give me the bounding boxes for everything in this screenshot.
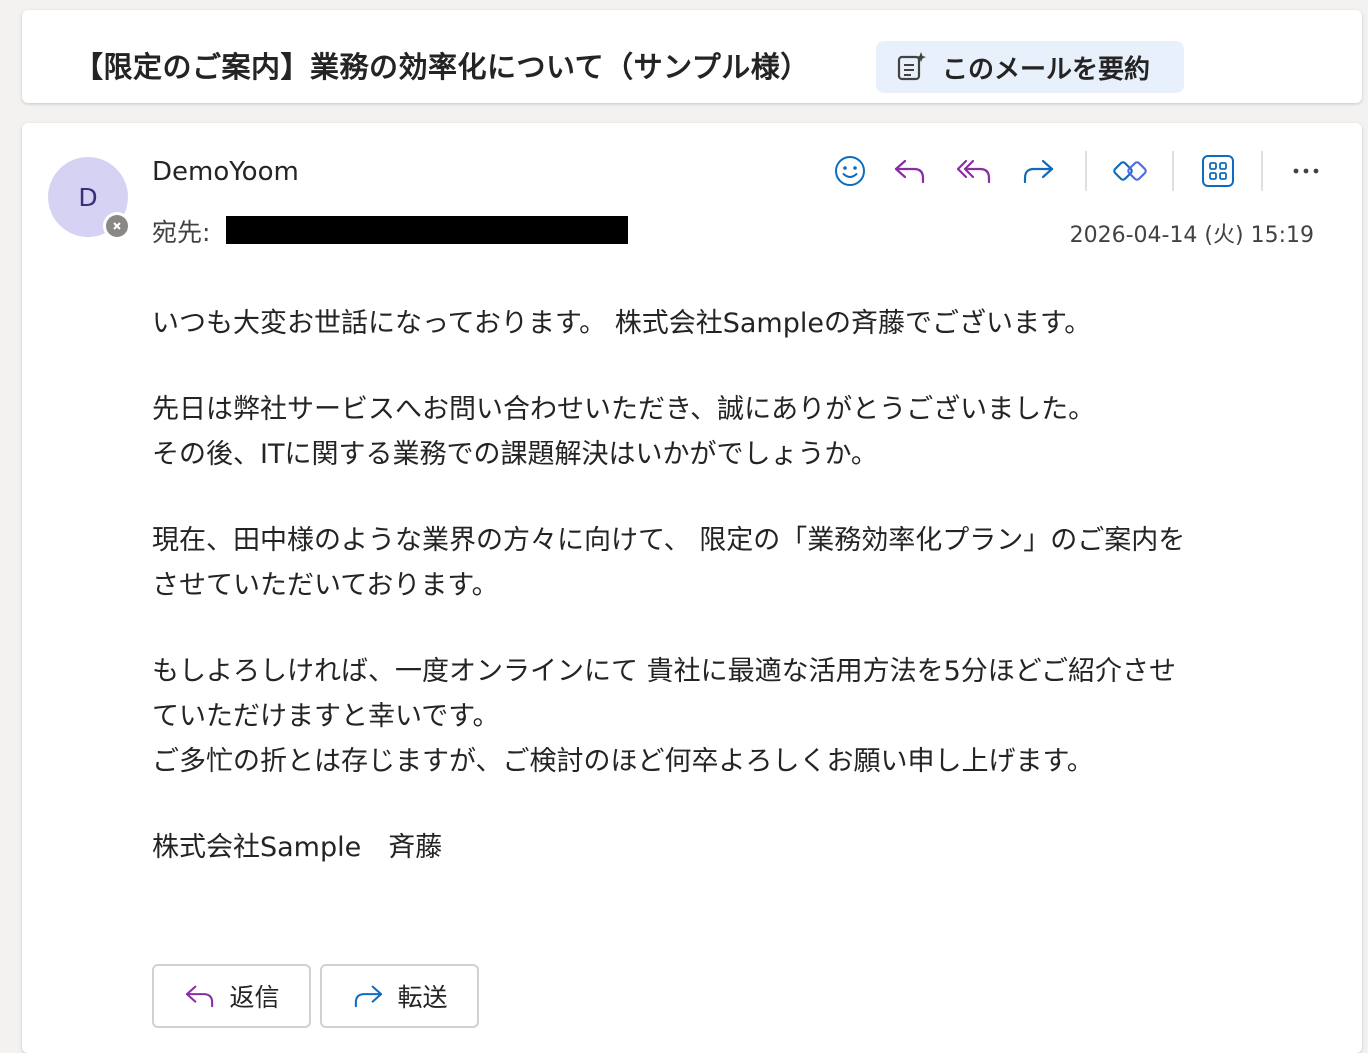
forward-button[interactable]: 転送 — [320, 964, 479, 1028]
to-label: 宛先: — [152, 218, 211, 247]
forward-button-label: 転送 — [397, 983, 448, 1012]
body-paragraph: 現在、田中様のような業界の方々に向けて、 限定の「業務効率化プラン」のご案内を … — [152, 518, 1322, 608]
toolbar-divider — [1172, 151, 1174, 191]
sender-name[interactable]: DemoYoom — [152, 157, 299, 187]
summarize-icon — [897, 52, 926, 81]
body-line: 先日は弊社サービスへお問い合わせいただき、誠にありがとうございました。 — [152, 394, 1096, 425]
reply-button[interactable]: 返信 — [152, 964, 311, 1028]
reply-icon[interactable] — [888, 149, 932, 193]
apps-icon[interactable] — [1196, 149, 1240, 193]
body-line: ご多忙の折とは存じますが、ご検討のほど何卒よろしくお願い申し上げます。 — [152, 746, 1094, 777]
reply-icon — [186, 985, 214, 1008]
summarize-label: このメールを要約 — [942, 54, 1151, 85]
presence-status-icon — [103, 212, 131, 240]
body-line: もしよろしければ、一度オンラインにて 貴社に最適な活用方法を5分ほどご紹介させ — [152, 656, 1176, 687]
body-paragraph: もしよろしければ、一度オンラインにて 貴社に最適な活用方法を5分ほどご紹介させ … — [152, 649, 1322, 784]
message-body: いつも大変お世話になっております。 株式会社Sampleの斉藤でございます。 先… — [152, 301, 1322, 870]
body-line: 現在、田中様のような業界の方々に向けて、 限定の「業務効率化プラン」のご案内を — [152, 525, 1186, 556]
more-icon[interactable] — [1284, 149, 1328, 193]
message-card: D DemoYoom 宛先: 2026-04-14 (火) 15:19 いつも大… — [22, 123, 1362, 1053]
reply-all-icon[interactable] — [952, 149, 996, 193]
body-paragraph: いつも大変お世話になっております。 株式会社Sampleの斉藤でございます。 — [152, 301, 1322, 346]
body-line: 株式会社Sample 斉藤 — [152, 832, 443, 863]
body-line: させていただいております。 — [152, 570, 499, 601]
reply-button-label: 返信 — [229, 983, 280, 1012]
email-subject: 【限定のご案内】業務の効率化について（サンプル様） — [74, 50, 810, 84]
signature: 株式会社Sample 斉藤 — [152, 825, 1322, 870]
message-date: 2026-04-14 (火) 15:19 — [1069, 223, 1314, 248]
body-line: その後、ITに関する業務での課題解決はいかがでしょうか。 — [152, 439, 878, 470]
subject-card: 【限定のご案内】業務の効率化について（サンプル様） このメールを要約 — [22, 10, 1362, 103]
toolbar-divider — [1261, 151, 1263, 191]
body-line: ていただけますと幸いです。 — [152, 701, 500, 732]
redacted-recipient — [226, 216, 628, 244]
summarize-button[interactable]: このメールを要約 — [876, 41, 1184, 93]
copilot-icon[interactable] — [1108, 149, 1152, 193]
body-line: いつも大変お世話になっております。 株式会社Sampleの斉藤でございます。 — [152, 308, 1092, 339]
emoji-icon[interactable] — [828, 149, 872, 193]
forward-icon[interactable] — [1016, 149, 1060, 193]
forward-icon — [355, 985, 383, 1008]
avatar-initial: D — [78, 182, 98, 212]
body-paragraph: 先日は弊社サービスへお問い合わせいただき、誠にありがとうございました。 その後、… — [152, 387, 1322, 477]
toolbar-divider — [1085, 151, 1087, 191]
